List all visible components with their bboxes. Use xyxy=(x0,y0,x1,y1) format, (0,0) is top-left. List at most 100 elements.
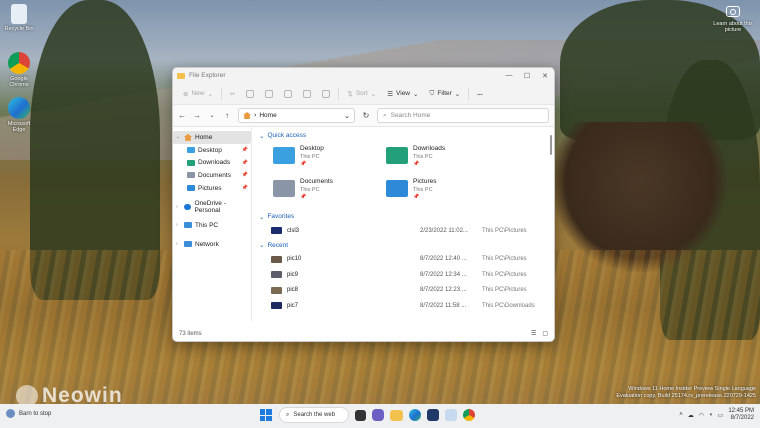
section-title: Recent xyxy=(267,241,289,249)
address-bar[interactable]: › Home ⌄ xyxy=(238,108,355,123)
maximize-button[interactable]: ☐ xyxy=(518,72,536,80)
store-icon[interactable] xyxy=(427,409,439,421)
close-button[interactable]: ✕ xyxy=(536,72,554,80)
clipboard-icon xyxy=(265,89,274,98)
battery-icon[interactable]: ▭ xyxy=(718,412,724,419)
chevron-down-icon: ⌄ xyxy=(259,213,265,221)
scrollbar[interactable] xyxy=(550,135,552,155)
section-quick-access[interactable]: ⌄ Quick access xyxy=(259,129,554,142)
share-button[interactable] xyxy=(300,88,314,100)
widgets-button[interactable]: Barn to stop xyxy=(6,409,51,418)
paste-button[interactable] xyxy=(262,88,276,100)
quick-access-item-pictures[interactable]: Pictures This PC 📌 xyxy=(386,175,499,208)
cut-button[interactable]: ✂ xyxy=(227,88,238,100)
chevron-down-icon: ⌄ xyxy=(344,112,350,120)
copy-button[interactable] xyxy=(243,88,257,100)
sidebar-item-label: This PC xyxy=(195,221,219,229)
quick-access-item-downloads[interactable]: Downloads This PC 📌 xyxy=(386,142,499,175)
navigation-pane: ⌄ Home Desktop 📌 Downloads 📌 Documents 📌 xyxy=(173,127,252,322)
volume-icon[interactable]: ◖ xyxy=(709,412,713,418)
view-label: View xyxy=(396,90,411,97)
start-button[interactable] xyxy=(258,408,273,423)
file-row[interactable]: pic8 8/7/2022 12:23 ... This PC\Pictures xyxy=(259,283,554,299)
item-name: Pictures xyxy=(413,178,437,185)
sidebar-item-documents[interactable]: Documents 📌 xyxy=(173,169,251,182)
sidebar-item-label: Desktop xyxy=(198,146,222,154)
cloud-icon[interactable]: ☁ xyxy=(688,412,694,419)
documents-icon xyxy=(187,172,195,179)
file-name: pic8 xyxy=(287,287,299,294)
learn-about-picture[interactable]: Learn about this picture xyxy=(710,4,756,33)
snipping-tool-icon[interactable] xyxy=(445,409,457,421)
home-icon xyxy=(243,112,251,119)
new-button[interactable]: ⊕ New ⌄ xyxy=(180,88,216,100)
quick-access-item-desktop[interactable]: Desktop This PC 📌 xyxy=(273,142,386,175)
back-button[interactable]: ← xyxy=(178,111,186,120)
pin-icon: 📌 xyxy=(413,161,420,167)
forward-button[interactable]: → xyxy=(193,111,201,120)
copy-icon xyxy=(246,89,255,98)
chevron-right-icon: › xyxy=(176,203,178,210)
section-title: Favorites xyxy=(267,213,295,220)
quick-access-item-documents[interactable]: Documents This PC 📌 xyxy=(273,175,386,208)
sidebar-item-desktop[interactable]: Desktop 📌 xyxy=(173,144,251,157)
toolbar-divider xyxy=(338,87,340,100)
chrome-icon[interactable] xyxy=(463,409,475,421)
chevron-up-icon[interactable]: ˄ xyxy=(679,412,683,418)
section-recent[interactable]: ⌄ Recent xyxy=(259,239,554,252)
more-button[interactable]: ... xyxy=(474,88,485,99)
image-thumbnail-icon xyxy=(271,271,282,279)
sidebar-item-network[interactable]: › Network xyxy=(173,238,251,251)
refresh-button[interactable]: ↻ xyxy=(362,111,370,120)
file-name: pic7 xyxy=(287,302,299,309)
file-row[interactable]: pic9 8/7/2022 12:34 ... This PC\Pictures xyxy=(259,267,554,283)
details-view-icon[interactable]: ☰ xyxy=(531,330,536,337)
file-row[interactable]: pic7 8/7/2022 11:58 ... This PC\Download… xyxy=(259,298,554,314)
taskbar-search-label: Search the web xyxy=(293,412,336,418)
trash-icon xyxy=(322,89,331,98)
minimize-button[interactable]: — xyxy=(500,72,518,79)
desktop-icon-chrome[interactable]: Google Chrome xyxy=(3,52,35,88)
camera-icon xyxy=(726,6,740,17)
file-explorer-icon[interactable] xyxy=(390,409,403,421)
filter-button[interactable]: ⛉ Filter ⌄ xyxy=(426,88,463,100)
task-view-icon[interactable] xyxy=(355,409,366,421)
clock[interactable]: 12:45 PM 8/7/2022 xyxy=(728,408,754,422)
section-favorites[interactable]: ⌄ Favorites xyxy=(259,210,554,223)
image-thumbnail-icon xyxy=(271,286,282,294)
tiles-view-icon[interactable]: ▢ xyxy=(542,330,548,337)
title-bar[interactable]: File Explorer — ☐ ✕ xyxy=(173,68,554,83)
file-row[interactable]: clsl3 2/23/2022 11:02... This PC\Picture… xyxy=(259,223,554,239)
teams-icon[interactable] xyxy=(372,409,384,421)
search-box[interactable]: ⌕ Search Home xyxy=(377,108,549,123)
sidebar-item-downloads[interactable]: Downloads 📌 xyxy=(173,156,251,169)
edge-icon[interactable] xyxy=(409,409,421,421)
sidebar-item-home[interactable]: ⌄ Home xyxy=(173,131,251,144)
sort-button[interactable]: ⇅ Sort ⌄ xyxy=(344,88,379,100)
sidebar-item-pictures[interactable]: Pictures 📌 xyxy=(173,182,251,195)
share-icon xyxy=(303,89,312,98)
view-button[interactable]: ☰ View ⌄ xyxy=(384,88,421,100)
wifi-icon[interactable]: ◠ xyxy=(699,412,704,419)
search-placeholder: Search Home xyxy=(390,112,431,119)
filter-icon: ⛉ xyxy=(429,89,435,97)
folder-icon xyxy=(177,72,185,79)
desktop-icon-edge[interactable]: Microsoft Edge xyxy=(3,97,35,133)
file-row[interactable]: pic10 8/7/2022 12:40 ... This PC\Picture… xyxy=(259,252,554,268)
chevron-down-icon: ⌄ xyxy=(176,134,181,141)
up-button[interactable]: ↑ xyxy=(223,111,231,120)
window-title: File Explorer xyxy=(189,72,226,79)
file-name: pic9 xyxy=(287,271,299,278)
explorer-body: ⌄ Home Desktop 📌 Downloads 📌 Documents 📌 xyxy=(173,127,554,322)
desktop-icon-recycle-bin[interactable]: Recycle Bin xyxy=(3,4,35,32)
content-pane: ⌄ Quick access Desktop This PC 📌 Downloa… xyxy=(252,127,554,322)
image-thumbnail-icon xyxy=(271,255,282,263)
download-folder-icon xyxy=(386,147,408,164)
delete-button[interactable] xyxy=(319,88,333,100)
sidebar-item-onedrive[interactable]: › OneDrive - Personal xyxy=(173,200,251,214)
taskbar-search[interactable]: ⌕ Search the web xyxy=(279,407,349,423)
rename-button[interactable] xyxy=(281,88,295,100)
chevron-right-icon: › xyxy=(176,222,178,229)
sidebar-item-this-pc[interactable]: › This PC xyxy=(173,219,251,232)
recent-locations-button[interactable]: ⌄ xyxy=(208,112,216,119)
